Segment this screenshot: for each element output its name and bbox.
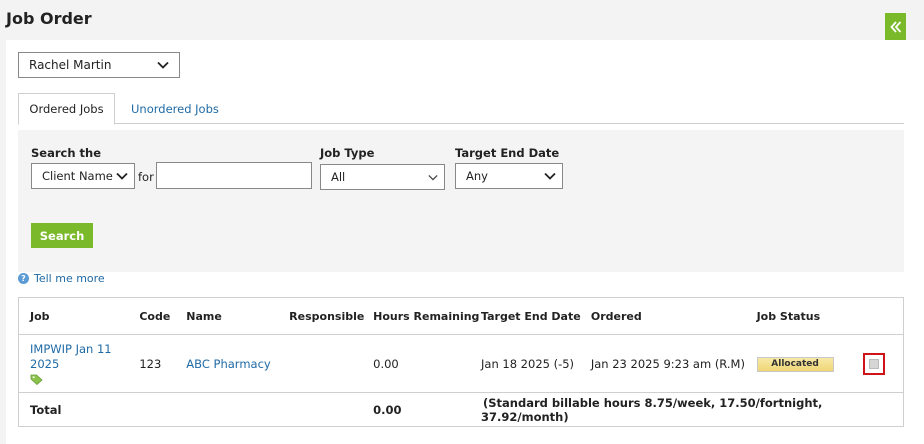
header-code[interactable]: Code xyxy=(139,297,187,335)
cell-name: ABC Pharmacy xyxy=(186,334,290,393)
cell-job: IMPWIP Jan 11 2025 xyxy=(18,334,140,393)
chevron-down-icon xyxy=(544,172,556,180)
header-job-status[interactable]: Job Status xyxy=(756,297,864,335)
search-field-value: Client Name xyxy=(42,169,113,183)
employee-select[interactable]: Rachel Martin xyxy=(18,52,180,78)
job-type-select[interactable]: All xyxy=(320,164,445,190)
header-hours-remaining[interactable]: Hours Remaining xyxy=(373,297,482,335)
header-target-end-date[interactable]: Target End Date xyxy=(481,297,591,335)
chevron-down-icon xyxy=(428,174,438,180)
search-button[interactable]: Search xyxy=(31,223,93,248)
chevron-down-icon xyxy=(116,172,128,180)
chevron-down-icon xyxy=(157,61,169,69)
header-job[interactable]: Job xyxy=(18,297,140,335)
total-row: Total 0.00 (Standard billable hours 8.75… xyxy=(19,393,904,427)
header-actions xyxy=(863,297,904,335)
delete-icon xyxy=(869,358,880,369)
job-type-value: All xyxy=(331,170,346,184)
table-header-row: Job Code Name Responsible Hours Remainin… xyxy=(18,297,904,335)
jobs-table: Job Code Name Responsible Hours Remainin… xyxy=(18,297,904,427)
table-row: IMPWIP Jan 11 2025 123 ABC Pharmacy 0.00 … xyxy=(18,334,904,393)
job-type-label: Job Type xyxy=(320,146,375,160)
for-label: for xyxy=(138,170,154,184)
delete-button[interactable] xyxy=(863,352,886,375)
employee-select-value: Rachel Martin xyxy=(29,58,112,72)
page-title: Job Order xyxy=(6,9,92,28)
status-badge: Allocated xyxy=(756,357,834,372)
cell-actions xyxy=(863,334,904,393)
tell-me-more-link[interactable]: ? Tell me more xyxy=(18,272,105,285)
client-name-link[interactable]: ABC Pharmacy xyxy=(186,357,270,371)
total-label: Total xyxy=(30,402,62,417)
header-name[interactable]: Name xyxy=(186,297,290,335)
search-the-label: Search the xyxy=(31,146,102,160)
cell-target-end-date: Jan 18 2025 (-5) xyxy=(481,334,591,393)
search-input[interactable] xyxy=(156,162,312,189)
cell-ordered: Jan 23 2025 9:23 am (R.M) xyxy=(590,334,757,393)
total-hours: 0.00 xyxy=(373,402,402,417)
help-icon: ? xyxy=(18,273,29,284)
header-ordered[interactable]: Ordered xyxy=(590,297,757,335)
collapse-panel-button[interactable] xyxy=(885,13,906,41)
target-end-date-select[interactable]: Any xyxy=(455,163,563,189)
job-order-panel: Rachel Martin Ordered Jobs Unordered Job… xyxy=(6,40,924,444)
job-link[interactable]: IMPWIP Jan 11 2025 xyxy=(30,342,139,372)
tab-ordered-jobs[interactable]: Ordered Jobs xyxy=(18,93,115,125)
tab-unordered-jobs[interactable]: Unordered Jobs xyxy=(116,93,234,124)
search-panel: Search the Client Name for Job Type All … xyxy=(18,130,904,272)
target-end-date-label: Target End Date xyxy=(455,146,560,160)
total-note: (Standard billable hours 8.75/week, 17.5… xyxy=(481,395,823,424)
cell-job-status: Allocated xyxy=(756,334,864,393)
cell-code: 123 xyxy=(139,334,187,393)
job-tabs: Ordered Jobs Unordered Jobs xyxy=(18,93,904,125)
cell-responsible xyxy=(289,334,374,393)
cell-hours-remaining: 0.00 xyxy=(373,334,482,393)
search-field-select[interactable]: Client Name xyxy=(31,163,135,189)
tell-me-more-label: Tell me more xyxy=(34,272,105,285)
header-responsible[interactable]: Responsible xyxy=(289,297,374,335)
double-chevron-left-icon xyxy=(889,21,901,33)
tag-icon[interactable] xyxy=(30,374,43,385)
target-end-date-value: Any xyxy=(466,169,488,183)
